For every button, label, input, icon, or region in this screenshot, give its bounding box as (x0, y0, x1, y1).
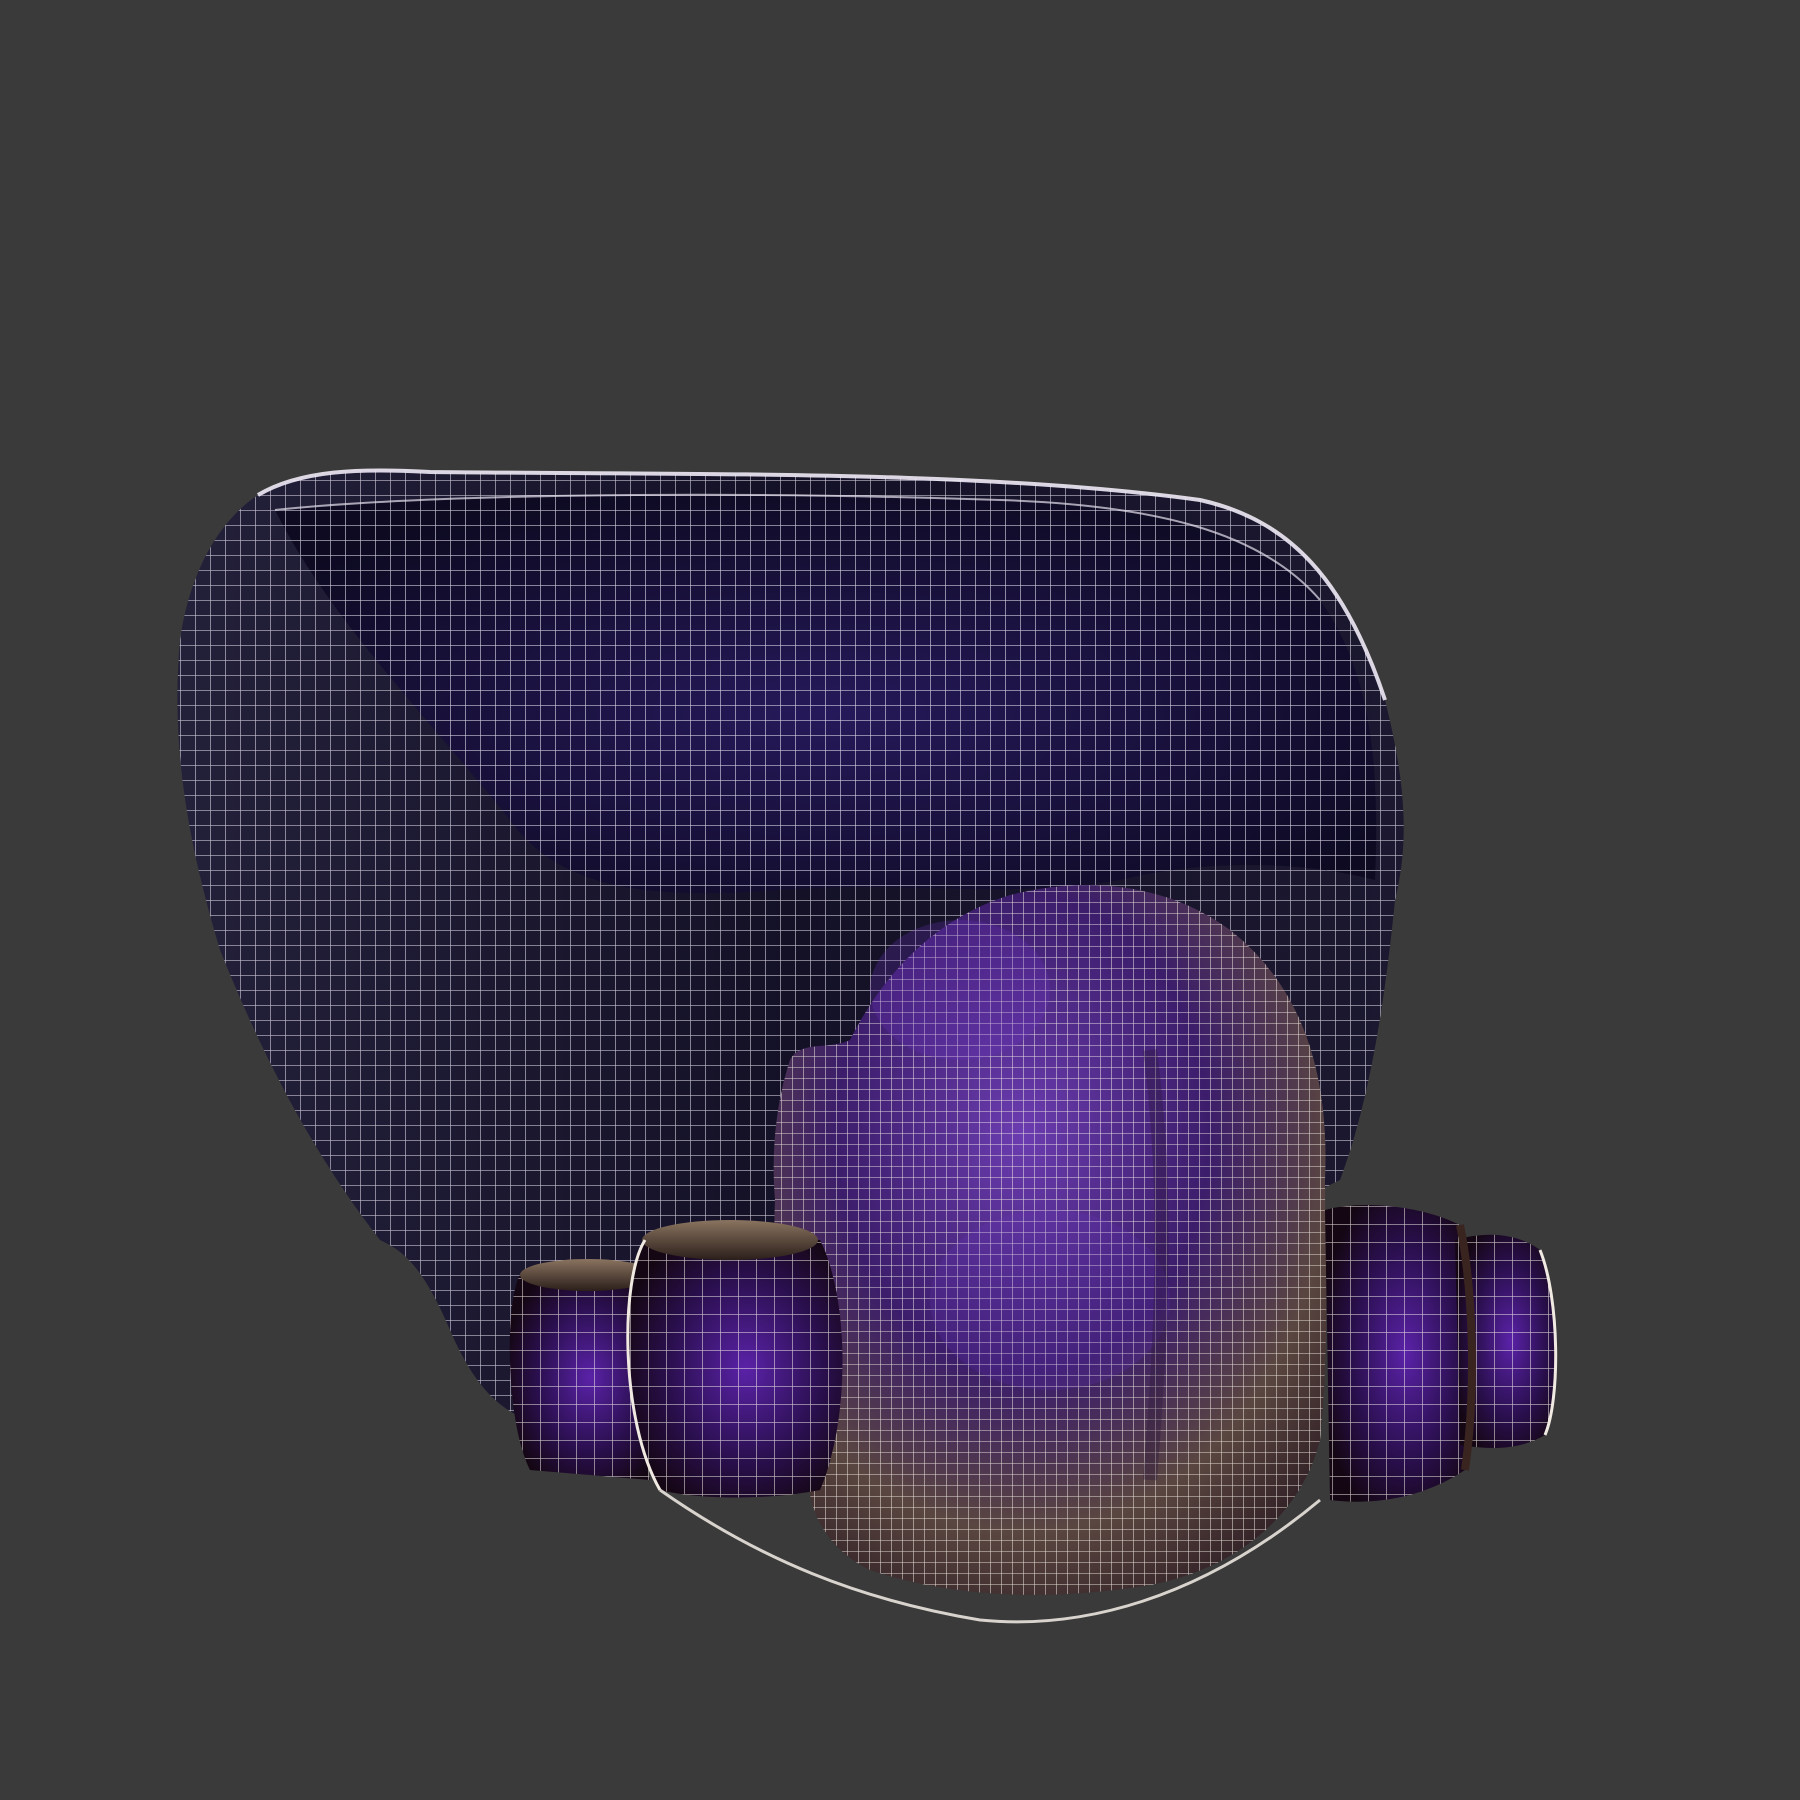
mask-render (177, 468, 1558, 1624)
right-filter-cartridge (1325, 1205, 1558, 1502)
3d-viewport[interactable] (0, 0, 1800, 1800)
left-filter-cartridge (509, 1220, 843, 1498)
